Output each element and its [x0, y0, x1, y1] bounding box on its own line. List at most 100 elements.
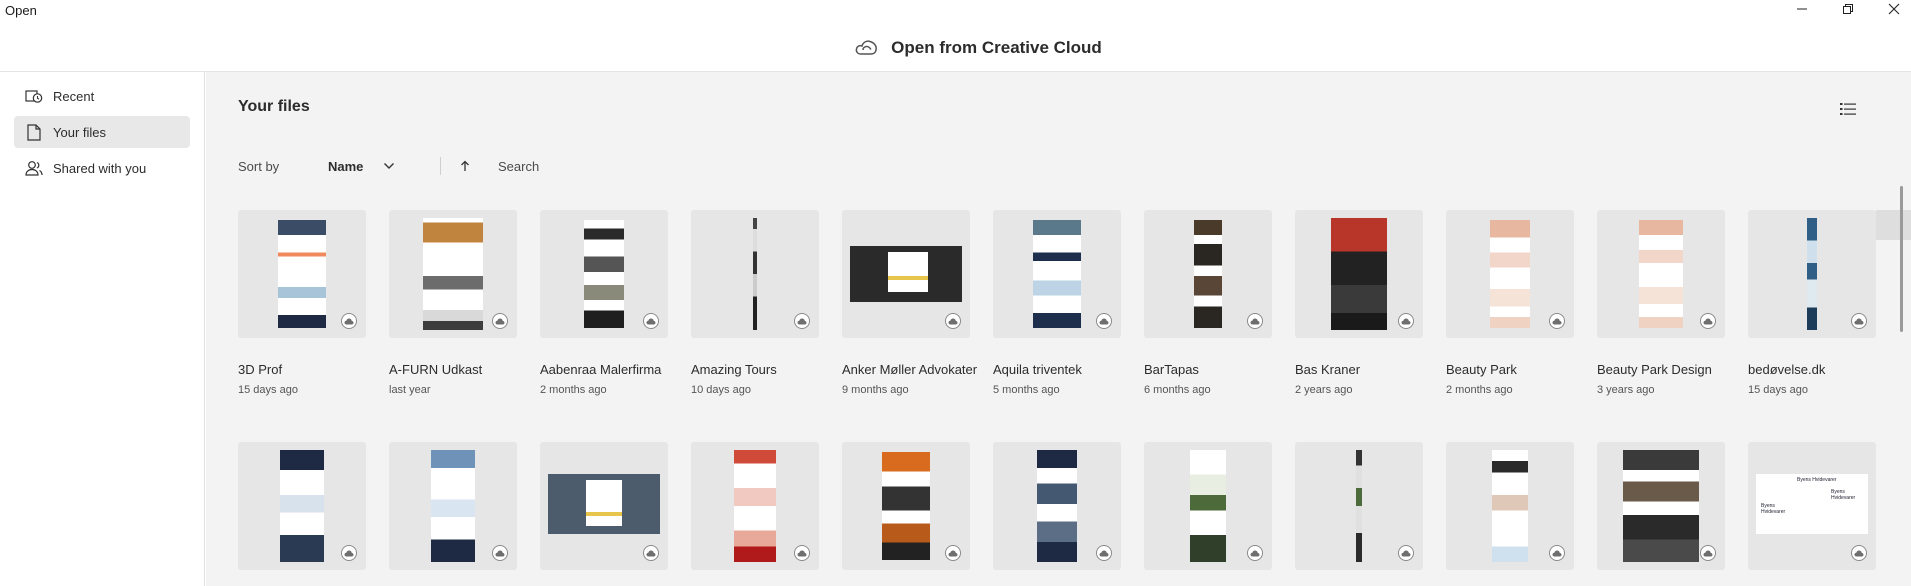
- window-titlebar: Open: [0, 0, 1911, 24]
- cloud-icon: [945, 545, 961, 561]
- cloud-icon: [945, 313, 961, 329]
- file-name: Bas Kraner 2 years ago: [1295, 360, 1435, 400]
- file-thumbnail[interactable]: [540, 442, 668, 570]
- file-name: Amazing Tours 10 days ago: [691, 360, 831, 400]
- creative-cloud-icon: [855, 39, 878, 55]
- file-thumbnail[interactable]: [1446, 442, 1574, 570]
- close-icon: [1888, 3, 1900, 15]
- scrollbar[interactable]: [1900, 186, 1903, 332]
- file-thumbnail[interactable]: [238, 210, 366, 338]
- list-view-icon: [1840, 103, 1856, 115]
- sidebar-item-label: Your files: [53, 124, 106, 140]
- sidebar: Recent Your files Shared with you: [0, 72, 205, 586]
- file-thumbnail[interactable]: [1144, 210, 1272, 338]
- sidebar-item-recent[interactable]: Recent: [14, 80, 190, 112]
- sort-label: Sort by: [238, 158, 280, 174]
- file-thumbnail[interactable]: [842, 210, 970, 338]
- cloud-icon: [1549, 545, 1565, 561]
- file-date: 3 years ago: [1597, 384, 1655, 396]
- cloud-icon: [1247, 545, 1263, 561]
- file-thumbnail[interactable]: [1446, 210, 1574, 338]
- restore-button[interactable]: [1825, 0, 1871, 18]
- file-name: Aabenraa Malerfirma 2 months ago: [540, 360, 680, 400]
- sidebar-item-your-files[interactable]: Your files: [14, 116, 190, 148]
- cloud-icon: [794, 545, 810, 561]
- file-date: 2 months ago: [1446, 384, 1513, 396]
- file-date: 10 days ago: [691, 384, 751, 396]
- sidebar-item-label: Shared with you: [53, 160, 147, 176]
- file-thumbnail[interactable]: [1597, 210, 1725, 338]
- file-thumbnail[interactable]: [389, 210, 517, 338]
- sort-dropdown[interactable]: Name: [328, 159, 440, 174]
- file-name: Beauty Park Design 3 years ago: [1597, 360, 1737, 400]
- close-button[interactable]: [1871, 0, 1911, 18]
- sidebar-item-shared-with-you[interactable]: Shared with you: [14, 152, 190, 184]
- dialog-title: Open from Creative Cloud: [891, 37, 1102, 57]
- cloud-icon: [643, 545, 659, 561]
- arrow-up-icon: [461, 160, 469, 171]
- file-thumbnail[interactable]: [993, 210, 1121, 338]
- page-title: Your files: [238, 98, 310, 115]
- file-thumbnail[interactable]: [691, 210, 819, 338]
- sort-value: Name: [328, 158, 364, 174]
- sort-bar: Sort by Name Search: [238, 156, 539, 176]
- file-thumbnail[interactable]: [1295, 210, 1423, 338]
- file-thumbnail[interactable]: [540, 210, 668, 338]
- cloud-icon: [1549, 313, 1565, 329]
- file-date: 6 months ago: [1144, 384, 1211, 396]
- file-date: 2 months ago: [540, 384, 607, 396]
- file-icon: [25, 123, 43, 141]
- sidebar-item-label: Recent: [53, 88, 95, 104]
- cloud-icon: [1851, 545, 1867, 561]
- file-name: bedøvelse.dk 15 days ago: [1748, 360, 1888, 400]
- file-name: 3D Prof 15 days ago: [238, 360, 378, 400]
- sort-direction-button[interactable]: [455, 160, 475, 172]
- file-name: A-FURN Udkast last year: [389, 360, 529, 400]
- recent-icon: [25, 87, 43, 105]
- cloud-icon: [643, 313, 659, 329]
- file-thumbnail[interactable]: [993, 442, 1121, 570]
- file-thumbnail[interactable]: [1748, 210, 1876, 338]
- chevron-down-icon: [384, 163, 395, 169]
- divider: [440, 157, 441, 175]
- file-thumbnail[interactable]: [1295, 442, 1423, 570]
- cloud-icon: [1096, 545, 1112, 561]
- list-view-button[interactable]: [1833, 94, 1863, 124]
- grid-view-button[interactable]: [1874, 210, 1911, 240]
- restore-icon: [1843, 4, 1853, 14]
- file-thumbnail[interactable]: [238, 442, 366, 570]
- file-browser: Your files Sort by Name Search 3D Prof 1…: [206, 72, 1911, 586]
- file-date: last year: [389, 384, 431, 396]
- cloud-icon: [1096, 313, 1112, 329]
- byens-hvidevarer-preview: Byens Hvidevarer Byens Hvidevarer Byens …: [1756, 474, 1868, 534]
- file-thumbnail[interactable]: [691, 442, 819, 570]
- cloud-icon: [341, 313, 357, 329]
- file-date: 15 days ago: [238, 384, 298, 396]
- minimize-icon: [1797, 8, 1807, 10]
- cloud-icon: [341, 545, 357, 561]
- cloud-icon: [492, 545, 508, 561]
- minimize-button[interactable]: [1779, 0, 1825, 18]
- file-thumbnail[interactable]: [1144, 442, 1272, 570]
- cloud-icon: [1398, 545, 1414, 561]
- cloud-icon: [1398, 313, 1414, 329]
- cloud-icon: [1700, 545, 1716, 561]
- file-date: 9 months ago: [842, 384, 909, 396]
- search-input[interactable]: Search: [498, 159, 539, 174]
- file-name: Beauty Park 2 months ago: [1446, 360, 1586, 400]
- file-name: Anker Møller Advokater 9 months ago: [842, 360, 982, 400]
- cloud-icon: [1851, 313, 1867, 329]
- file-date: 5 months ago: [993, 384, 1060, 396]
- user-icon: [25, 159, 43, 177]
- cloud-icon: [794, 313, 810, 329]
- file-date: 2 years ago: [1295, 384, 1353, 396]
- cloud-icon: [1700, 313, 1716, 329]
- file-name: Aquila triventek 5 months ago: [993, 360, 1133, 400]
- file-thumbnail[interactable]: [389, 442, 517, 570]
- file-thumbnail[interactable]: [1597, 442, 1725, 570]
- file-name: BarTapas 6 months ago: [1144, 360, 1284, 400]
- file-thumbnail[interactable]: Byens Hvidevarer Byens Hvidevarer Byens …: [1748, 442, 1876, 570]
- window-title: Open: [5, 3, 37, 18]
- file-date: 15 days ago: [1748, 384, 1808, 396]
- file-thumbnail[interactable]: [842, 442, 970, 570]
